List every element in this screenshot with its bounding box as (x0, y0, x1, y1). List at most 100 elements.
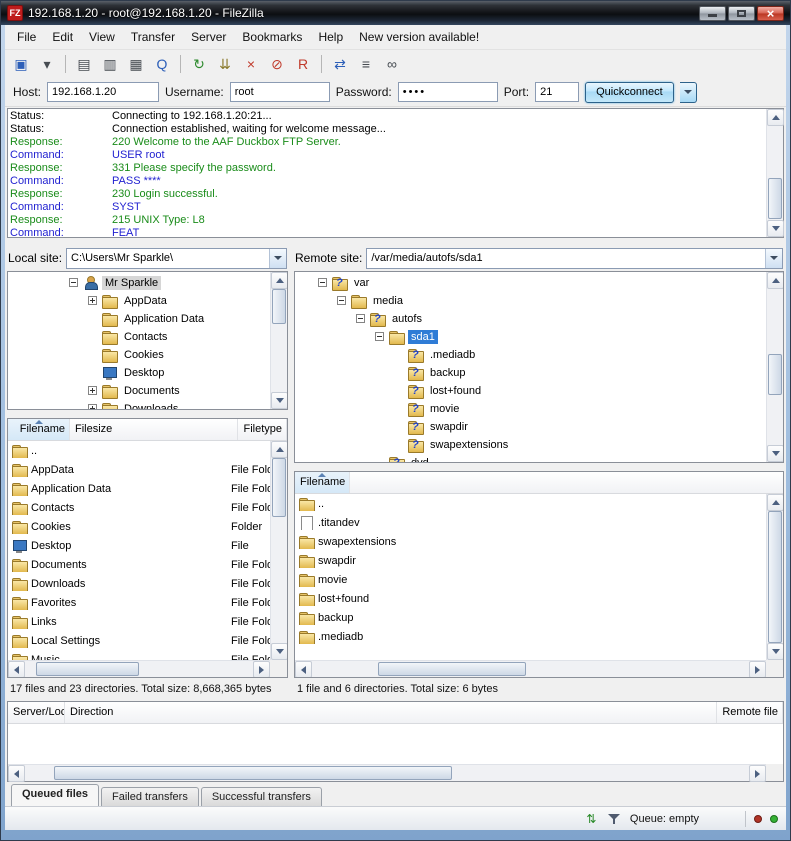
file-row[interactable]: .titandev (295, 513, 766, 532)
filter-icon[interactable] (607, 811, 622, 826)
remote-list-vertical-scrollbar[interactable] (766, 494, 783, 660)
local-list-vertical-scrollbar[interactable] (270, 441, 287, 660)
column-direction[interactable]: Direction (65, 702, 717, 723)
queue-horizontal-scrollbar[interactable] (8, 764, 766, 781)
file-row[interactable]: .. (295, 494, 766, 513)
toggle-message-log-button[interactable]: ▤ (72, 53, 96, 75)
process-queue-button[interactable]: ⇊ (213, 53, 237, 75)
column-filename[interactable]: Filename (295, 472, 350, 493)
file-row[interactable]: Contacts File Folder (8, 498, 270, 517)
file-row[interactable]: .mediadb (295, 627, 766, 646)
tree-node[interactable]: swapextensions (295, 436, 766, 454)
dropdown-arrow-icon[interactable] (765, 249, 782, 268)
tree-node[interactable]: autofs (295, 310, 766, 328)
file-row[interactable]: lost+found (295, 589, 766, 608)
disconnect-button[interactable]: ⊘ (265, 53, 289, 75)
tree-expander[interactable] (69, 278, 78, 287)
column-remote-file[interactable]: Remote file (717, 702, 783, 723)
scroll-right-button[interactable] (253, 661, 270, 678)
tree-expander[interactable] (88, 296, 97, 305)
tree-expander[interactable] (375, 332, 384, 341)
horizontal-splitter[interactable] (5, 238, 786, 246)
speed-limits-icon[interactable]: ⇅ (584, 811, 599, 826)
file-row[interactable]: Favorites File Folder (8, 593, 270, 612)
tree-node[interactable]: Mr Sparkle (8, 274, 270, 292)
tree-expander[interactable] (356, 314, 365, 323)
scroll-down-button[interactable] (767, 643, 783, 660)
tree-expander[interactable] (88, 404, 97, 409)
tree-node[interactable]: backup (295, 364, 766, 382)
scroll-down-button[interactable] (767, 445, 784, 462)
file-row[interactable]: movie (295, 570, 766, 589)
file-row[interactable]: .. (8, 441, 270, 460)
file-row[interactable]: swapextensions (295, 532, 766, 551)
scroll-right-button[interactable] (749, 765, 766, 782)
tree-node[interactable]: Cookies (8, 346, 270, 364)
close-button[interactable] (757, 6, 784, 21)
tree-node[interactable]: Downloads (8, 400, 270, 409)
scroll-up-button[interactable] (767, 272, 784, 289)
local-list-horizontal-scrollbar[interactable] (8, 660, 270, 677)
minimize-button[interactable] (699, 6, 726, 21)
scrollbar-thumb[interactable] (272, 289, 286, 324)
file-row[interactable]: Music File Folder (8, 650, 270, 660)
file-row[interactable]: backup (295, 608, 766, 627)
scrollbar-thumb[interactable] (378, 662, 527, 676)
scroll-left-button[interactable] (295, 661, 312, 678)
tree-node[interactable]: swapdir (295, 418, 766, 436)
scrollbar-thumb[interactable] (54, 766, 452, 780)
local-site-combobox[interactable]: C:\Users\Mr Sparkle\ (66, 248, 287, 269)
scroll-right-button[interactable] (749, 661, 766, 678)
scroll-down-button[interactable] (767, 220, 784, 237)
file-row[interactable]: Downloads File Folder (8, 574, 270, 593)
menu-bookmarks[interactable]: Bookmarks (234, 27, 310, 47)
file-row[interactable]: AppData File Folder (8, 460, 270, 479)
menu-transfer[interactable]: Transfer (123, 27, 183, 47)
tree-node[interactable]: sda1 (295, 328, 766, 346)
scrollbar-thumb[interactable] (768, 178, 782, 219)
reconnect-button[interactable]: R (291, 53, 315, 75)
directory-comparison-button[interactable]: ≡ (354, 53, 378, 75)
toggle-queue-button[interactable]: Q (150, 53, 174, 75)
tab-queued-files[interactable]: Queued files (11, 784, 99, 806)
remote-site-combobox[interactable]: /var/media/autofs/sda1 (366, 248, 783, 269)
scroll-down-button[interactable] (271, 643, 287, 660)
cancel-button[interactable]: × (239, 53, 263, 75)
host-input[interactable] (47, 82, 159, 102)
site-manager-dropdown-arrow[interactable]: ▾ (35, 53, 59, 75)
tree-expander[interactable] (337, 296, 346, 305)
dropdown-arrow-icon[interactable] (269, 249, 286, 268)
remote-tree-vertical-scrollbar[interactable] (766, 272, 783, 463)
tree-node[interactable]: Application Data (8, 310, 270, 328)
tree-node[interactable]: dvd (295, 454, 766, 463)
tree-node[interactable]: AppData (8, 292, 270, 310)
column-filesize[interactable]: Filesize (70, 419, 238, 440)
menu-new-version-available[interactable]: New version available! (351, 27, 487, 47)
maximize-button[interactable] (728, 6, 755, 21)
file-row[interactable]: Application Data File Folder (8, 479, 270, 498)
username-input[interactable] (230, 82, 330, 102)
toggle-remote-tree-button[interactable]: ▦ (124, 53, 148, 75)
scrollbar-thumb[interactable] (768, 354, 782, 395)
scroll-left-button[interactable] (8, 661, 25, 678)
file-row[interactable]: Cookies Folder (8, 517, 270, 536)
password-input[interactable] (398, 82, 498, 102)
tree-node[interactable]: .mediadb (295, 346, 766, 364)
scroll-left-button[interactable] (8, 765, 25, 782)
scrollbar-thumb[interactable] (768, 511, 782, 643)
menu-help[interactable]: Help (310, 27, 351, 47)
column-filename[interactable]: Filename (8, 419, 70, 440)
file-row[interactable]: Local Settings File Folder (8, 631, 270, 650)
scrollbar-thumb[interactable] (36, 662, 139, 676)
tree-node[interactable]: media (295, 292, 766, 310)
site-manager-button[interactable]: ▣ (9, 53, 33, 75)
file-row[interactable]: Documents File Folder (8, 555, 270, 574)
tree-expander[interactable] (318, 278, 327, 287)
quickconnect-dropdown-arrow[interactable] (680, 82, 697, 103)
tree-node[interactable]: movie (295, 400, 766, 418)
menu-view[interactable]: View (81, 27, 123, 47)
tab-successful-transfers[interactable]: Successful transfers (201, 787, 322, 806)
scroll-up-button[interactable] (271, 272, 288, 289)
tree-node[interactable]: Desktop (8, 364, 270, 382)
menu-edit[interactable]: Edit (44, 27, 81, 47)
